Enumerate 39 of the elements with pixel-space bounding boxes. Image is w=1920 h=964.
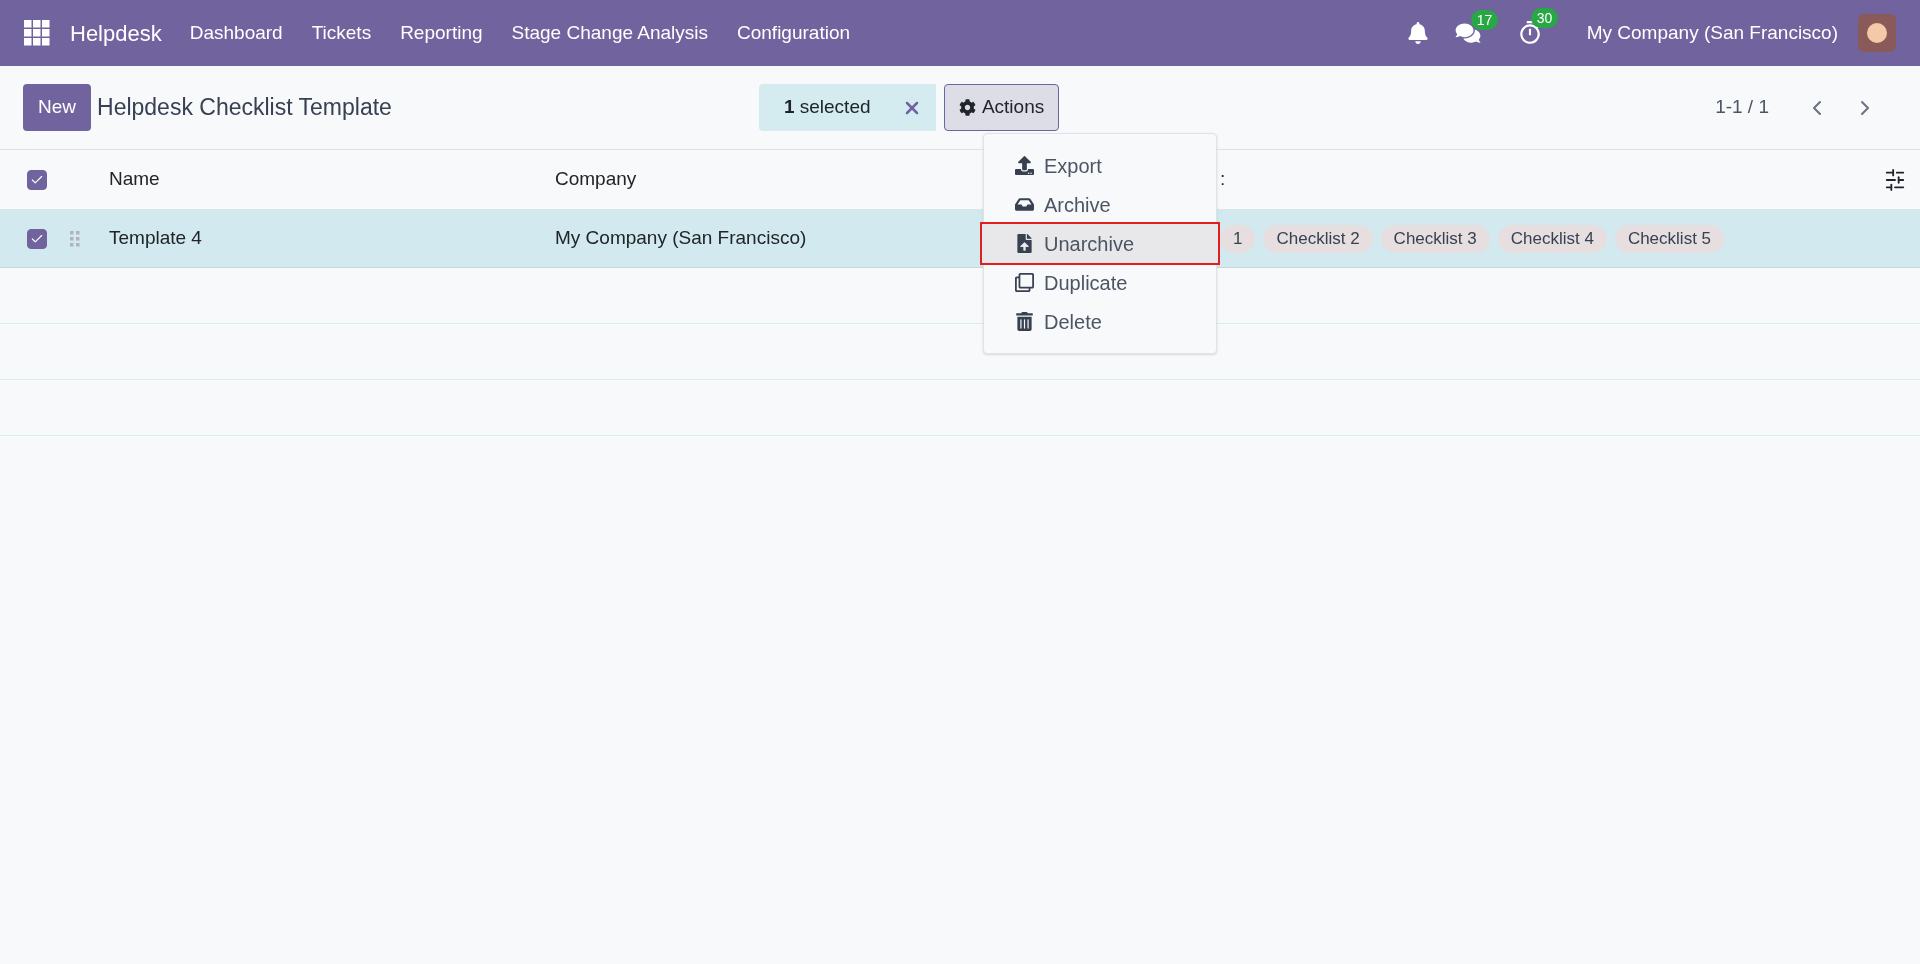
menu-item[interactable]: Delete xyxy=(984,302,1216,341)
breadcrumb-title: Helpdesk Checklist Template xyxy=(97,93,392,123)
tag: Checklist 5 xyxy=(1614,224,1725,253)
bell-icon[interactable] xyxy=(1406,22,1429,44)
menu-item[interactable]: Export xyxy=(984,146,1216,185)
pager-value: 1-1 / 1 xyxy=(1715,95,1769,120)
nav-menu-item[interactable]: Configuration xyxy=(737,18,851,48)
upload-icon xyxy=(1015,156,1034,175)
tag: Checklist 3 xyxy=(1380,224,1490,253)
company-switcher[interactable]: My Company (San Francisco) xyxy=(1586,18,1838,48)
app-name[interactable]: Helpdesk xyxy=(70,16,162,50)
message-count-badge: 17 xyxy=(1470,10,1499,30)
column-header[interactable]: Company xyxy=(555,168,637,190)
tag: 1 xyxy=(1220,224,1256,253)
drag-handle-icon[interactable] xyxy=(70,230,80,247)
nav-menu-item[interactable]: Stage Change Analysis xyxy=(511,18,708,48)
selection-count: 1 selected xyxy=(783,95,871,120)
settings-icon xyxy=(958,99,976,116)
tag: Checklist 4 xyxy=(1497,224,1607,253)
table-cell: My Company (San Francisco) xyxy=(555,227,807,249)
column-header[interactable]: : xyxy=(1220,165,1226,194)
table-cell: Template 4 xyxy=(109,227,202,249)
app-grid-icon[interactable] xyxy=(24,20,50,46)
menu-item[interactable]: Unarchive xyxy=(982,224,1218,263)
copy-icon xyxy=(1015,273,1034,292)
activity-count-badge: 30 xyxy=(1530,8,1559,28)
nav-menu-item[interactable]: Reporting xyxy=(400,18,483,48)
trash-icon xyxy=(1015,312,1034,331)
column-settings-icon[interactable] xyxy=(1884,168,1906,191)
nav-menu-item[interactable]: Tickets xyxy=(311,18,372,48)
column-header[interactable]: Name xyxy=(109,168,160,190)
actions-button[interactable]: Actions xyxy=(943,84,1060,131)
select-all-checkbox[interactable] xyxy=(27,169,47,190)
new-button[interactable]: New xyxy=(23,84,91,131)
inbox-icon xyxy=(1015,195,1034,214)
tag: Checklist 2 xyxy=(1263,224,1373,253)
row-checkbox[interactable] xyxy=(27,228,47,249)
user-avatar[interactable] xyxy=(1858,14,1896,52)
nav-menu-item[interactable]: Dashboard xyxy=(189,18,283,48)
